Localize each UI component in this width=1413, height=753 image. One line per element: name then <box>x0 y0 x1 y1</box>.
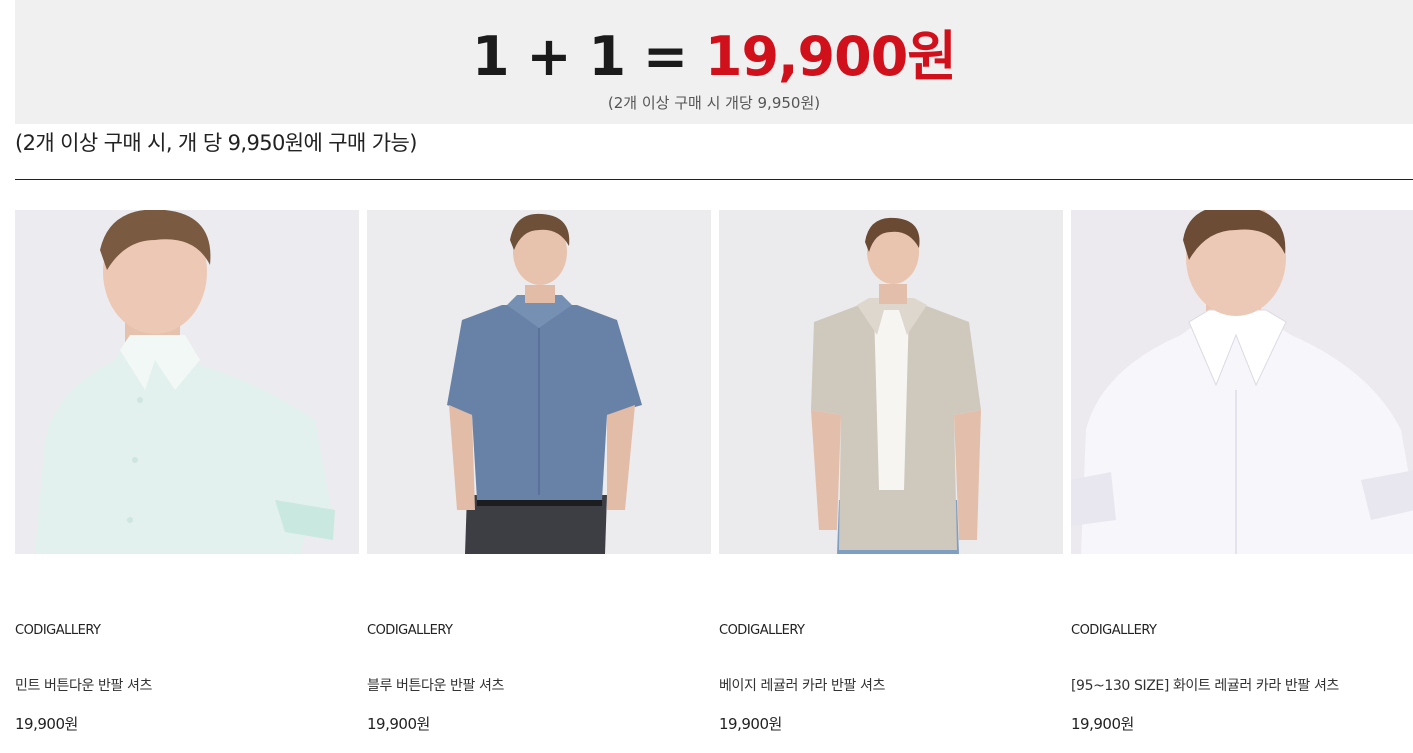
model-mint-shirt-image <box>15 210 359 554</box>
product-price: 19,900원 <box>15 715 78 733</box>
purchase-notice: (2개 이상 구매 시, 개 당 9,950원에 구매 가능) <box>15 131 417 155</box>
product-name[interactable]: 민트 버튼다운 반팔 셔츠 <box>15 676 152 696</box>
product-card[interactable]: CODIGALLERY [95~130 SIZE] 화이트 레귤러 카라 반팔 … <box>1071 210 1413 753</box>
promo-price: 19,900원 <box>704 25 957 88</box>
promo-headline: 1 + 1 = 19,900원 <box>15 24 1413 90</box>
model-white-shirt-image <box>1071 210 1413 554</box>
product-card[interactable]: CODIGALLERY 민트 버튼다운 반팔 셔츠 19,900원 <box>15 210 359 753</box>
product-name[interactable]: [95~130 SIZE] 화이트 레귤러 카라 반팔 셔츠 <box>1071 676 1339 696</box>
product-image[interactable] <box>1071 210 1413 554</box>
promo-subtitle: (2개 이상 구매 시 개당 9,950원) <box>607 94 821 112</box>
promo-formula: 1 + 1 = <box>472 25 705 88</box>
product-image[interactable] <box>719 210 1063 554</box>
product-image[interactable] <box>15 210 359 554</box>
product-brand[interactable]: CODIGALLERY <box>719 622 805 640</box>
model-beige-shirt-image <box>719 210 1063 554</box>
product-price: 19,900원 <box>367 715 430 733</box>
product-name[interactable]: 베이지 레귤러 카라 반팔 셔츠 <box>719 676 885 696</box>
product-price: 19,900원 <box>1071 715 1134 733</box>
section-divider <box>15 179 1413 180</box>
product-brand[interactable]: CODIGALLERY <box>1071 622 1157 640</box>
product-card[interactable]: CODIGALLERY 블루 버튼다운 반팔 셔츠 19,900원 <box>367 210 711 753</box>
product-grid: CODIGALLERY 민트 버튼다운 반팔 셔츠 19,900원 CODIGA… <box>15 210 1413 753</box>
product-name[interactable]: 블루 버튼다운 반팔 셔츠 <box>367 676 504 696</box>
product-card[interactable]: CODIGALLERY 베이지 레귤러 카라 반팔 셔츠 19,900원 <box>719 210 1063 753</box>
product-brand[interactable]: CODIGALLERY <box>367 622 453 640</box>
product-price: 19,900원 <box>719 715 782 733</box>
promo-banner: 1 + 1 = 19,900원 (2개 이상 구매 시 개당 9,950원) <box>15 0 1413 124</box>
product-brand[interactable]: CODIGALLERY <box>15 622 101 640</box>
product-image[interactable] <box>367 210 711 554</box>
model-blue-shirt-image <box>367 210 711 554</box>
